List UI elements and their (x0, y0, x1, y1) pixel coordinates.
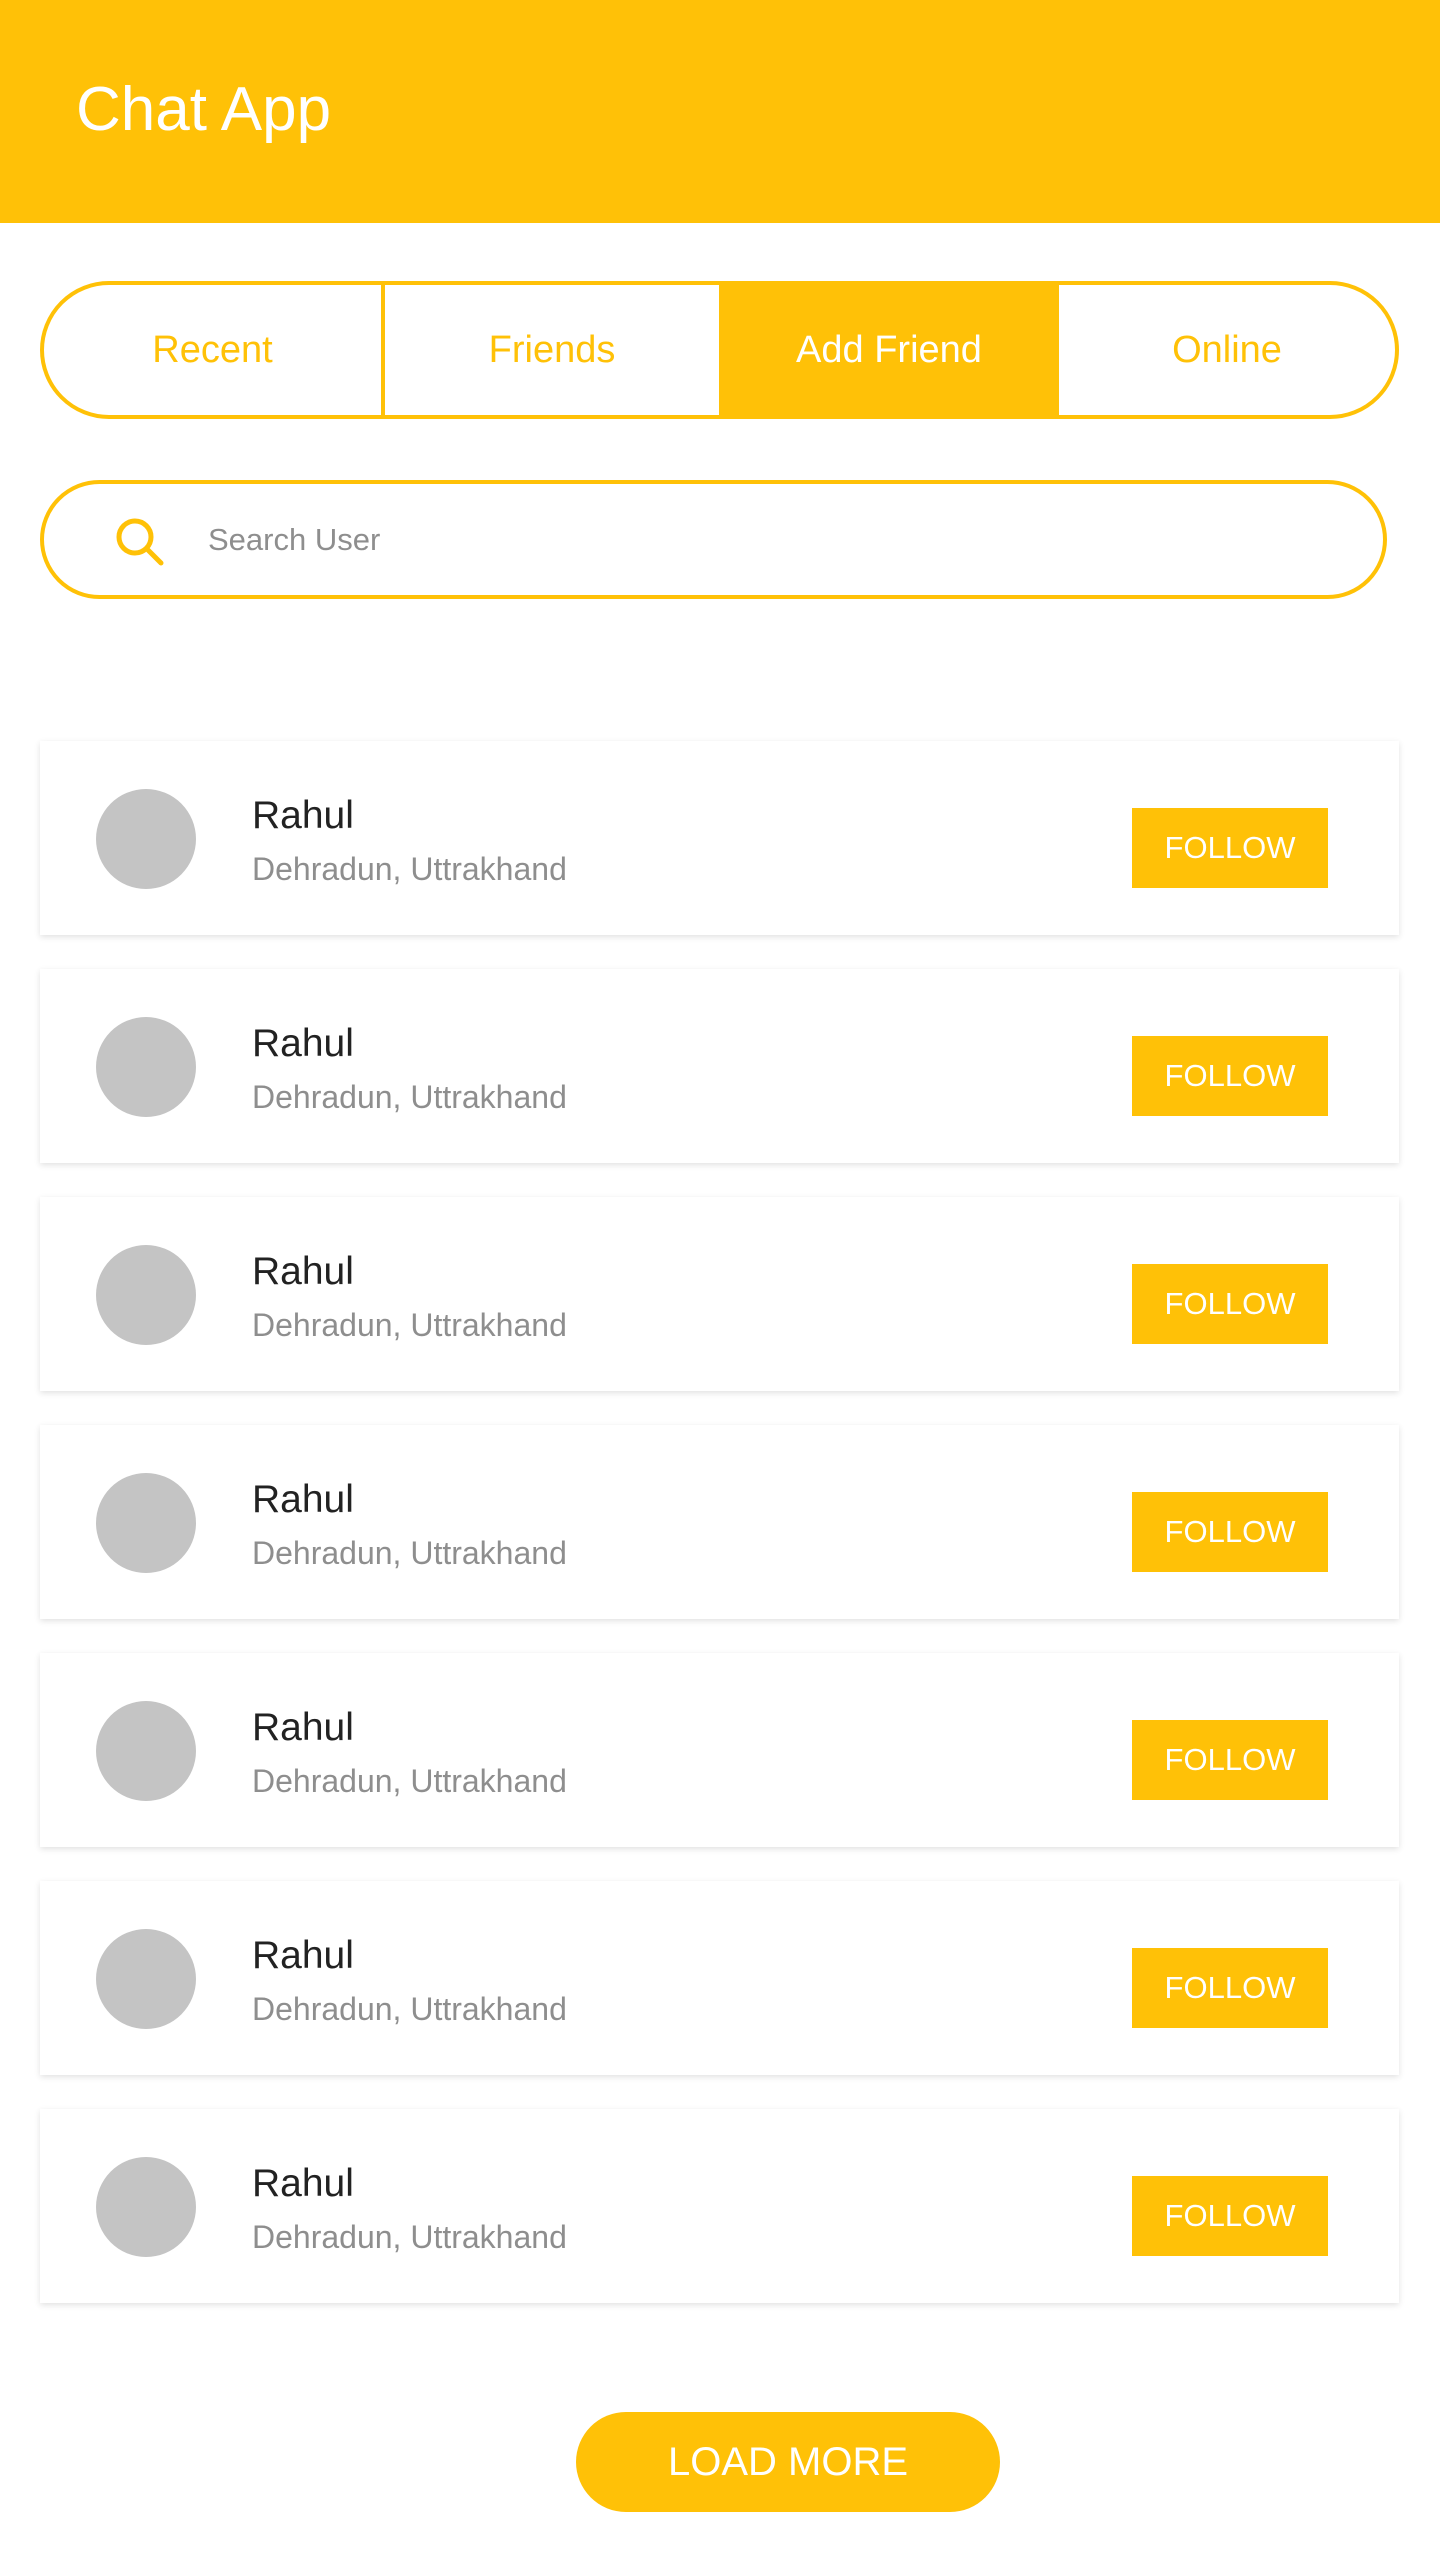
user-location: Dehradun, Uttrakhand (252, 851, 567, 887)
user-location: Dehradun, Uttrakhand (252, 1535, 567, 1571)
avatar (96, 2157, 196, 2257)
user-card: Rahul Dehradun, Uttrakhand FOLLOW (40, 741, 1399, 935)
tab-online[interactable]: Online (1059, 285, 1395, 415)
app-bar: Chat App (0, 0, 1440, 223)
user-card: Rahul Dehradun, Uttrakhand FOLLOW (40, 2109, 1399, 2303)
user-name: Rahul (252, 1478, 354, 1521)
follow-button[interactable]: FOLLOW (1132, 2176, 1328, 2256)
tab-bar: Recent Friends Add Friend Online (40, 281, 1399, 419)
user-location: Dehradun, Uttrakhand (252, 1079, 567, 1115)
avatar (96, 1245, 196, 1345)
tab-recent[interactable]: Recent (44, 285, 385, 415)
user-name: Rahul (252, 1022, 354, 1065)
follow-button[interactable]: FOLLOW (1132, 1948, 1328, 2028)
user-name: Rahul (252, 2162, 354, 2205)
tab-friends[interactable]: Friends (385, 285, 719, 415)
user-card: Rahul Dehradun, Uttrakhand FOLLOW (40, 1425, 1399, 1619)
follow-button[interactable]: FOLLOW (1132, 808, 1328, 888)
avatar (96, 789, 196, 889)
user-name: Rahul (252, 1250, 354, 1293)
user-name: Rahul (252, 1706, 354, 1749)
user-location: Dehradun, Uttrakhand (252, 2219, 567, 2255)
follow-button[interactable]: FOLLOW (1132, 1720, 1328, 1800)
search-input[interactable] (208, 508, 1308, 572)
search-bar (40, 480, 1387, 599)
avatar (96, 1929, 196, 2029)
avatar (96, 1701, 196, 1801)
user-card: Rahul Dehradun, Uttrakhand FOLLOW (40, 1197, 1399, 1391)
user-card: Rahul Dehradun, Uttrakhand FOLLOW (40, 1881, 1399, 2075)
user-location: Dehradun, Uttrakhand (252, 1763, 567, 1799)
follow-button[interactable]: FOLLOW (1132, 1492, 1328, 1572)
user-list: Rahul Dehradun, Uttrakhand FOLLOW Rahul Dehr… (40, 741, 1399, 2337)
user-card: Rahul Dehradun, Uttrakhand FOLLOW (40, 969, 1399, 1163)
follow-button[interactable]: FOLLOW (1132, 1264, 1328, 1344)
avatar (96, 1017, 196, 1117)
search-icon[interactable] (114, 516, 166, 568)
load-more-button[interactable]: LOAD MORE (576, 2412, 1000, 2512)
user-name: Rahul (252, 794, 354, 837)
tab-add-friend[interactable]: Add Friend (719, 285, 1059, 415)
user-location: Dehradun, Uttrakhand (252, 1307, 567, 1343)
user-location: Dehradun, Uttrakhand (252, 1991, 567, 2027)
app-title: Chat App (76, 75, 332, 144)
follow-button[interactable]: FOLLOW (1132, 1036, 1328, 1116)
user-name: Rahul (252, 1934, 354, 1977)
user-card: Rahul Dehradun, Uttrakhand FOLLOW (40, 1653, 1399, 1847)
avatar (96, 1473, 196, 1573)
